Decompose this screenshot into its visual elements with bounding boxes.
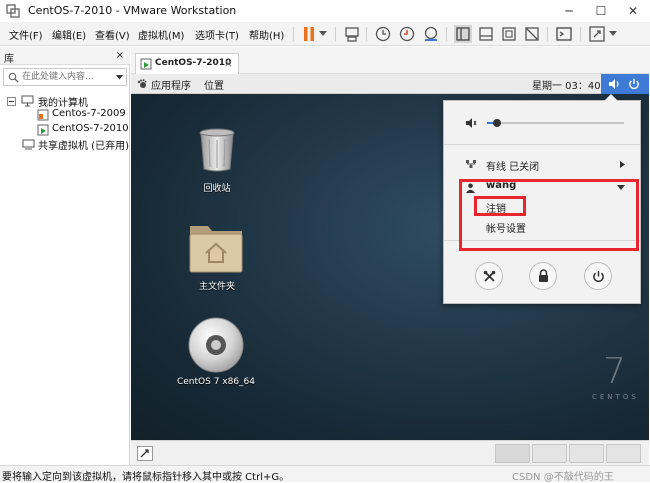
wired-network-status[interactable]: 有线 已关闭 bbox=[486, 158, 539, 173]
tree-shared-vms[interactable]: 共享虚拟机 (已弃用) bbox=[38, 137, 129, 152]
library-close-button[interactable]: × bbox=[116, 50, 124, 61]
toolbar-separator bbox=[293, 27, 294, 41]
gnome-foot-icon bbox=[137, 79, 147, 88]
tools-icon bbox=[483, 270, 496, 282]
centos-watermark-number: 7 bbox=[603, 351, 626, 392]
pause-icon[interactable] bbox=[300, 25, 318, 43]
shared-vm-icon bbox=[22, 139, 35, 150]
library-panel: 库 × 我的计算机 Centos-7-2009 CentOS-7-2010 bbox=[0, 47, 130, 465]
snapshot-manager-icon[interactable] bbox=[422, 25, 440, 43]
popup-divider bbox=[444, 144, 640, 145]
menu-edit[interactable]: 编辑(E) bbox=[52, 27, 86, 42]
library-search-input[interactable] bbox=[22, 71, 108, 83]
guest-display[interactable]: 应用程序 位置 星期一 03：40 回收站 主文件夹 CentOS 7 x86_… bbox=[131, 74, 649, 440]
vm-running-icon bbox=[37, 124, 49, 136]
power-off-button[interactable] bbox=[584, 262, 612, 290]
settings-button[interactable] bbox=[475, 262, 503, 290]
window-title: CentOS-7-2010 - VMware Workstation bbox=[28, 4, 237, 17]
tab-centos-2010[interactable]: CentOS-7-2010 × bbox=[135, 53, 239, 74]
power-icon bbox=[593, 271, 604, 283]
csdn-watermark: CSDN @不敲代码的王 bbox=[512, 472, 614, 483]
lock-screen-button[interactable] bbox=[529, 262, 557, 290]
chevron-down-icon[interactable] bbox=[319, 31, 327, 37]
collapse-icon[interactable] bbox=[7, 97, 16, 106]
library-header: 库 × bbox=[0, 47, 130, 65]
volume-slider-handle[interactable] bbox=[492, 119, 501, 127]
desktop-icon-label: CentOS 7 x86_64 bbox=[176, 377, 256, 387]
wired-network-icon bbox=[466, 160, 476, 168]
toolbar-separator bbox=[446, 27, 447, 41]
gnome-system-menu-button[interactable] bbox=[601, 74, 649, 94]
highlight-box-logout bbox=[474, 196, 526, 216]
menu-view[interactable]: 查看(V) bbox=[95, 27, 130, 42]
maximize-button[interactable]: ☐ bbox=[585, 0, 617, 22]
desktop-icon-label: 回收站 bbox=[203, 184, 231, 194]
gnome-top-bar: 应用程序 位置 星期一 03：40 bbox=[131, 74, 649, 94]
menu-bar: 文件(F) 编辑(E) 查看(V) 虚拟机(M) 选项卡(T) 帮助(H) bbox=[0, 22, 650, 46]
snapshot-icon[interactable] bbox=[374, 25, 392, 43]
toolbar-separator bbox=[547, 27, 548, 41]
gnome-clock[interactable]: 星期一 03：40 bbox=[532, 77, 601, 92]
title-bar: CentOS-7-2010 - VMware Workstation ─ ☐ ✕ bbox=[0, 0, 650, 22]
vm-tab-strip: CentOS-7-2010 × bbox=[131, 47, 650, 74]
computer-icon bbox=[21, 95, 34, 107]
desktop-icon-label: 主文件夹 bbox=[198, 282, 235, 292]
chevron-down-icon[interactable] bbox=[609, 31, 617, 37]
tab-close-button[interactable]: × bbox=[224, 57, 233, 70]
tab-label: CentOS-7-2010 bbox=[155, 58, 232, 68]
revert-snapshot-icon[interactable] bbox=[398, 25, 416, 43]
guest-bottom-bar bbox=[131, 440, 649, 465]
menu-tabs[interactable]: 选项卡(T) bbox=[195, 27, 239, 42]
status-message: 要将输入定向到该虚拟机，请将鼠标指针移入其中或按 Ctrl+G。 bbox=[2, 472, 290, 483]
console-view-icon[interactable] bbox=[555, 25, 573, 43]
fit-guest-button[interactable] bbox=[137, 446, 153, 461]
library-search[interactable] bbox=[3, 68, 127, 86]
minimize-button[interactable]: ─ bbox=[553, 0, 585, 22]
resize-icon bbox=[140, 449, 149, 458]
toolbar-separator bbox=[366, 27, 367, 41]
thumbnail-view-icon[interactable] bbox=[477, 25, 495, 43]
lock-icon bbox=[539, 269, 548, 282]
volume-icon bbox=[466, 118, 477, 128]
close-button[interactable]: ✕ bbox=[617, 0, 649, 22]
centos-watermark-text: CENTOS bbox=[592, 393, 639, 401]
chevron-down-icon[interactable] bbox=[116, 75, 123, 80]
power-icon bbox=[629, 78, 639, 90]
tree-vm-centos-2010[interactable]: CentOS-7-2010 bbox=[52, 123, 129, 134]
gnome-applications-menu[interactable]: 应用程序 bbox=[151, 77, 191, 92]
send-keys-icon[interactable] bbox=[343, 25, 361, 43]
tree-vm-centos-2009[interactable]: Centos-7-2009 bbox=[52, 108, 126, 119]
tree-my-computer[interactable]: 我的计算机 bbox=[38, 94, 88, 109]
library-view-icon[interactable] bbox=[454, 25, 472, 43]
toolbar-separator bbox=[335, 27, 336, 41]
fullscreen-icon[interactable] bbox=[500, 25, 518, 43]
device-status-slot[interactable] bbox=[569, 444, 604, 463]
trash-icon[interactable] bbox=[197, 127, 237, 173]
stretch-guest-icon[interactable] bbox=[588, 25, 606, 43]
device-status-slot[interactable] bbox=[532, 444, 567, 463]
disc-icon[interactable] bbox=[187, 316, 245, 374]
status-bar: 要将输入定向到该虚拟机，请将鼠标指针移入其中或按 Ctrl+G。 CSDN @不… bbox=[0, 465, 650, 483]
vmware-window: CentOS-7-2010 - VMware Workstation ─ ☐ ✕… bbox=[0, 0, 650, 483]
toolbar-separator bbox=[580, 27, 581, 41]
gnome-places-menu[interactable]: 位置 bbox=[204, 77, 224, 92]
popup-arrow bbox=[604, 94, 618, 101]
home-folder-icon[interactable] bbox=[188, 220, 244, 274]
library-title: 库 bbox=[4, 54, 14, 65]
unity-mode-icon[interactable] bbox=[523, 25, 541, 43]
chevron-right-icon[interactable] bbox=[620, 161, 625, 168]
menu-file[interactable]: 文件(F) bbox=[9, 27, 43, 42]
menu-vm[interactable]: 虚拟机(M) bbox=[138, 27, 184, 42]
device-status-slot[interactable] bbox=[495, 444, 530, 463]
volume-icon bbox=[609, 79, 619, 89]
device-status-slot[interactable] bbox=[606, 444, 641, 463]
search-icon bbox=[8, 72, 19, 83]
vm-running-icon bbox=[140, 58, 152, 70]
volume-slider-track[interactable] bbox=[487, 119, 624, 127]
vmware-logo-icon bbox=[6, 4, 20, 18]
vm-icon bbox=[37, 109, 49, 121]
menu-help[interactable]: 帮助(H) bbox=[249, 27, 284, 42]
